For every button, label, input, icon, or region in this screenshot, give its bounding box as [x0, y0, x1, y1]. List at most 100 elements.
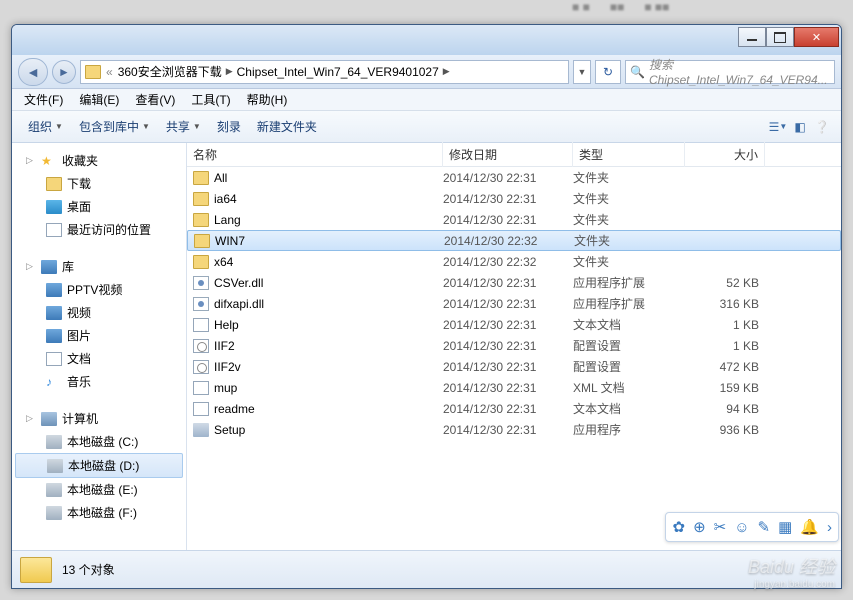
table-row[interactable]: IIF22014/12/30 22:31配置设置1 KB	[187, 335, 841, 356]
search-input[interactable]: 🔍 搜索 Chipset_Intel_Win7_64_VER94...	[625, 60, 835, 84]
file-type: 文件夹	[573, 169, 685, 186]
file-size: 936 KB	[685, 423, 765, 437]
chevron-right-icon[interactable]: ›	[827, 519, 832, 536]
folder-icon	[85, 65, 101, 79]
calendar-icon[interactable]: ▦	[778, 518, 792, 536]
breadcrumb[interactable]: « 360安全浏览器下载 ▶ Chipset_Intel_Win7_64_VER…	[80, 60, 569, 84]
table-row[interactable]: difxapi.dll2014/12/30 22:31应用程序扩展316 KB	[187, 293, 841, 314]
folder-icon	[46, 177, 62, 191]
sidebar-item-pictures[interactable]: 图片	[12, 324, 186, 347]
table-row[interactable]: Help2014/12/30 22:31文本文档1 KB	[187, 314, 841, 335]
help-button[interactable]: ❔	[811, 116, 833, 138]
fold-icon	[193, 213, 209, 227]
fold-icon	[193, 255, 209, 269]
sidebar-item-music[interactable]: ♪音乐	[12, 370, 186, 393]
burn-button[interactable]: 刻录	[209, 114, 249, 139]
watermark: Baidu 经验 jingyan.baidu.com	[748, 553, 835, 590]
minimize-button[interactable]	[738, 27, 766, 47]
file-type: 配置设置	[573, 337, 685, 354]
maximize-button[interactable]	[766, 27, 794, 47]
dll-icon	[193, 276, 209, 290]
breadcrumb-segment[interactable]: 360安全浏览器下载	[118, 63, 222, 80]
sidebar-item-videos[interactable]: 视频	[12, 301, 186, 324]
bell-icon[interactable]: 🔔	[800, 518, 819, 536]
expand-icon: ▷	[26, 413, 36, 424]
file-size: 1 KB	[685, 339, 765, 353]
share-button[interactable]: 共享▼	[158, 114, 209, 139]
fold-icon	[193, 192, 209, 206]
table-row[interactable]: x64 2014/12/30 22:32文件夹	[187, 251, 841, 272]
table-row[interactable]: CSVer.dll2014/12/30 22:31应用程序扩展52 KB	[187, 272, 841, 293]
file-type: 文件夹	[574, 232, 686, 249]
sidebar-item-documents[interactable]: 文档	[12, 347, 186, 370]
file-name: IIF2v	[214, 360, 241, 374]
pencil-icon[interactable]: ✎	[758, 518, 771, 536]
file-type: 配置设置	[573, 358, 685, 375]
menu-tools[interactable]: 工具(T)	[185, 89, 236, 110]
file-date: 2014/12/30 22:32	[443, 255, 573, 269]
column-type[interactable]: 类型	[573, 142, 685, 167]
menu-help[interactable]: 帮助(H)	[241, 89, 294, 110]
table-row[interactable]: readme2014/12/30 22:31文本文档94 KB	[187, 398, 841, 419]
target-icon[interactable]: ⊕	[693, 518, 706, 536]
video-icon	[46, 306, 62, 320]
document-icon	[46, 352, 62, 366]
chevron-down-icon[interactable]: ▼	[573, 60, 591, 84]
menu-edit[interactable]: 编辑(E)	[73, 89, 125, 110]
file-date: 2014/12/30 22:31	[443, 213, 573, 227]
computer-header[interactable]: ▷计算机	[12, 407, 186, 430]
table-row[interactable]: All2014/12/30 22:31文件夹	[187, 167, 841, 188]
preview-pane-button[interactable]: ◧	[789, 116, 811, 138]
smile-icon[interactable]: ☺	[734, 519, 749, 536]
table-row[interactable]: IIF2v2014/12/30 22:31配置设置472 KB	[187, 356, 841, 377]
sidebar-item-drive-f[interactable]: 本地磁盘 (F:)	[12, 501, 186, 524]
close-button[interactable]	[794, 27, 839, 47]
menu-view[interactable]: 查看(V)	[129, 89, 181, 110]
column-date[interactable]: 修改日期	[443, 142, 573, 167]
file-date: 2014/12/30 22:32	[444, 234, 574, 248]
paw-icon[interactable]: ✿	[672, 518, 685, 536]
sidebar-item-recent[interactable]: 最近访问的位置	[12, 218, 186, 241]
explorer-window: ◄ ► « 360安全浏览器下载 ▶ Chipset_Intel_Win7_64…	[11, 24, 842, 589]
favorites-header[interactable]: ▷★收藏夹	[12, 149, 186, 172]
sidebar-item-drive-c[interactable]: 本地磁盘 (C:)	[12, 430, 186, 453]
table-row[interactable]: ia642014/12/30 22:31文件夹	[187, 188, 841, 209]
column-name[interactable]: 名称	[187, 142, 443, 167]
favorites-group: ▷★收藏夹 下载 桌面 最近访问的位置	[12, 149, 186, 241]
sidebar-item-drive-e[interactable]: 本地磁盘 (E:)	[12, 478, 186, 501]
view-options-button[interactable]: ☰ ▼	[767, 116, 789, 138]
include-library-button[interactable]: 包含到库中▼	[71, 114, 158, 139]
organize-button[interactable]: 组织▼	[20, 114, 71, 139]
toolbar: 组织▼ 包含到库中▼ 共享▼ 刻录 新建文件夹 ☰ ▼ ◧ ❔	[12, 111, 841, 143]
file-type: 文件夹	[573, 253, 685, 270]
libraries-group: ▷库 PPTV视频 视频 图片 文档 ♪音乐	[12, 255, 186, 393]
file-type: 应用程序	[573, 421, 685, 438]
file-date: 2014/12/30 22:31	[443, 171, 573, 185]
scissors-icon[interactable]: ✂	[714, 518, 727, 536]
status-count: 13 个对象	[62, 561, 115, 578]
navigation-pane: ▷★收藏夹 下载 桌面 最近访问的位置 ▷库 PPTV视频 视频 图片 文档 ♪…	[12, 143, 187, 583]
table-row[interactable]: WIN72014/12/30 22:32文件夹	[187, 230, 841, 251]
breadcrumb-segment[interactable]: Chipset_Intel_Win7_64_VER9401027	[237, 65, 439, 79]
chevron-right-icon[interactable]: ▶	[224, 66, 235, 77]
new-folder-button[interactable]: 新建文件夹	[249, 114, 325, 139]
forward-button[interactable]: ►	[52, 60, 76, 84]
back-button[interactable]: ◄	[18, 58, 48, 86]
sidebar-item-pptv[interactable]: PPTV视频	[12, 278, 186, 301]
menu-file[interactable]: 文件(F)	[18, 89, 69, 110]
libraries-header[interactable]: ▷库	[12, 255, 186, 278]
column-size[interactable]: 大小	[685, 142, 765, 167]
sidebar-item-desktop[interactable]: 桌面	[12, 195, 186, 218]
chevron-right-icon[interactable]: ▶	[441, 66, 452, 77]
table-row[interactable]: mup2014/12/30 22:31XML 文档159 KB	[187, 377, 841, 398]
file-date: 2014/12/30 22:31	[443, 297, 573, 311]
table-row[interactable]: Lang2014/12/30 22:31文件夹	[187, 209, 841, 230]
file-name: x64	[214, 255, 233, 269]
refresh-button[interactable]: ↻	[595, 60, 621, 84]
file-date: 2014/12/30 22:31	[443, 360, 573, 374]
sidebar-item-downloads[interactable]: 下载	[12, 172, 186, 195]
file-date: 2014/12/30 22:31	[443, 276, 573, 290]
table-row[interactable]: Setup2014/12/30 22:31应用程序936 KB	[187, 419, 841, 440]
sidebar-item-drive-d[interactable]: 本地磁盘 (D:)	[15, 453, 183, 478]
ini-icon	[193, 339, 209, 353]
